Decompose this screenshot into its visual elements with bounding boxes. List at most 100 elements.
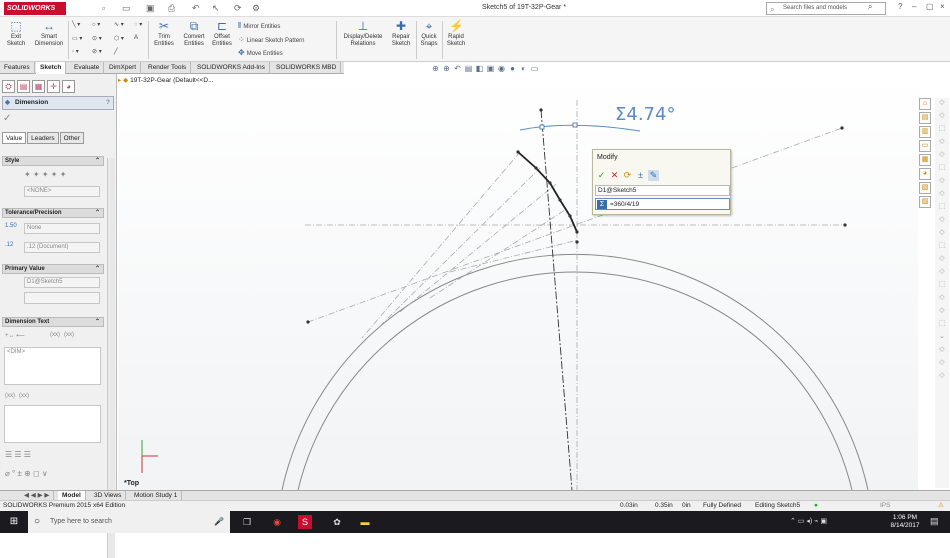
tolerance-header[interactable]: Tolerance/Precision ⌃	[2, 208, 104, 218]
rectangle-tool-icon[interactable]: ▭ ▾	[72, 35, 82, 42]
notifications-icon[interactable]: ▤	[930, 516, 939, 527]
help-icon[interactable]: ?	[898, 2, 902, 11]
save-icon[interactable]: ▣	[146, 3, 155, 14]
graphics-area[interactable]	[118, 74, 918, 490]
centerline-tool-icon[interactable]: ╱	[114, 48, 118, 55]
spline-tool-icon[interactable]: ∿ ▾	[114, 21, 124, 28]
style-header[interactable]: Style ⌃	[2, 156, 104, 166]
reverse-icon[interactable]: ±	[635, 170, 646, 181]
file-explorer-taskbar-icon[interactable]: ▬	[358, 515, 372, 529]
custom-properties-icon[interactable]: ▧	[919, 182, 931, 194]
tab-other[interactable]: Other	[59, 132, 84, 144]
tab-leaders[interactable]: Leaders	[27, 132, 59, 144]
clock[interactable]: 1:06 PM 8/14/2017	[885, 514, 925, 530]
tool-icon-15[interactable]: ⬚	[937, 280, 947, 290]
zoom-fit-icon[interactable]: ⊕	[430, 64, 441, 73]
rebuild-status-icon[interactable]: ●	[814, 501, 818, 511]
display-manager-icon[interactable]: ◕	[62, 80, 75, 93]
solidworks-logo[interactable]: SOLIDWORKS	[4, 2, 66, 15]
precision-select[interactable]: .12 (Document)	[24, 242, 100, 253]
undo-icon[interactable]: ↶	[192, 3, 200, 14]
fillet-tool-icon[interactable]: ◌ ▾	[134, 21, 142, 28]
rebuild-icon[interactable]: ⟳	[622, 170, 633, 181]
tool-icon-10[interactable]: ◇	[937, 215, 947, 225]
tool-icon-21[interactable]: ◇	[937, 371, 947, 381]
collapse-icon[interactable]: ⌃	[95, 209, 100, 218]
windows-start-icon[interactable]: ⊞	[0, 511, 28, 533]
view-palette-icon[interactable]: ▦	[919, 154, 931, 166]
collapse-icon[interactable]: ⌃	[95, 157, 100, 166]
taskbar-search-input[interactable]: ○ Type here to search 🎤	[28, 511, 230, 533]
feature-tree-root[interactable]: ▸ ◆ 19T-32P-Gear (Default<<D...	[118, 76, 214, 84]
feature-manager-icon[interactable]: ⛭	[2, 80, 15, 93]
status-units[interactable]: IPS	[880, 501, 890, 511]
tool-icon-3[interactable]: ⬚	[937, 124, 947, 134]
text-tool-icon[interactable]: A	[134, 35, 138, 41]
dimension-name-field[interactable]: D1@Sketch5	[595, 185, 730, 196]
cancel-icon[interactable]: ✕	[609, 170, 620, 181]
convert-entities-button[interactable]: ⧉ Convert Entities	[179, 19, 209, 48]
justify-icons[interactable]: ☰ ☰ ☰	[5, 450, 31, 459]
trim-entities-button[interactable]: ✂ Trim Entities	[151, 19, 177, 48]
collapse-icon[interactable]: ⌃	[95, 265, 100, 274]
primary-name-field[interactable]: D1@Sketch5	[24, 277, 100, 288]
line-tool-icon[interactable]: ╲ ▾	[72, 21, 80, 28]
linear-pattern-button[interactable]: ⁘ Linear Sketch Pattern	[238, 35, 304, 44]
polygon-tool-icon[interactable]: ⬡ ▾	[114, 35, 124, 42]
tool-icon-5[interactable]: ◇	[937, 150, 947, 160]
tool-icon-7[interactable]: ◇	[937, 176, 947, 186]
tab-dimxpert[interactable]: DimXpert	[105, 62, 142, 74]
mark-dimension-icon[interactable]: ✎	[648, 170, 659, 181]
tool-icon-2[interactable]: ◇	[937, 111, 947, 121]
tab-addins[interactable]: SOLIDWORKS Add-Ins	[193, 62, 270, 74]
tool-icon-8[interactable]: ◇	[937, 189, 947, 199]
app-icon-1[interactable]: ✿	[330, 515, 344, 529]
close-icon[interactable]: ×	[940, 2, 945, 11]
tolerance-type-select[interactable]: None	[24, 223, 100, 234]
print-icon[interactable]: ⎙	[168, 3, 175, 14]
smart-dimension-button[interactable]: ↔ Smart Dimension	[31, 19, 67, 48]
mirror-entities-button[interactable]: ⫴ Mirror Entities	[238, 21, 280, 31]
select-icon[interactable]: ↖	[212, 3, 220, 14]
rapid-sketch-button[interactable]: ⚡ Rapid Sketch	[444, 19, 468, 48]
status-notification-icon[interactable]: ⚠	[938, 501, 944, 511]
options-icon[interactable]: ⚙	[252, 3, 260, 14]
zoom-area-icon[interactable]: ⊕	[441, 64, 452, 73]
display-style-icon[interactable]: ▣	[485, 64, 496, 73]
tool-icon-12[interactable]: ⬚	[937, 241, 947, 251]
hide-show-icon[interactable]: ◉	[496, 64, 507, 73]
primary-value-header[interactable]: Primary Value ⌃	[2, 264, 104, 274]
exit-sketch-button[interactable]: ⬚ Exit Sketch	[3, 19, 29, 48]
view-orientation-icon[interactable]: ◧	[474, 64, 485, 73]
rebuild-icon[interactable]: ⟳	[234, 3, 242, 14]
angle-dimension-label[interactable]: Σ4.74°	[615, 104, 675, 125]
tool-icon-4[interactable]: ◇	[937, 137, 947, 147]
forum-icon[interactable]: ▨	[919, 196, 931, 208]
section-view-icon[interactable]: ▤	[463, 64, 474, 73]
style-icons[interactable]: ✦ ✦ ✦ ✦ ✦	[24, 170, 66, 179]
tab-evaluate[interactable]: Evaluate	[70, 62, 105, 74]
xx-token-1[interactable]: (xx)	[50, 332, 60, 338]
search-go-icon[interactable]: ⌕	[868, 2, 872, 12]
tool-icon-18[interactable]: ⬚	[937, 319, 947, 329]
sketch-canvas[interactable]	[118, 74, 918, 490]
quick-snaps-button[interactable]: ⌖ Quick Snaps	[418, 19, 440, 48]
ok-check-icon[interactable]: ✓	[3, 113, 11, 124]
circle-tool-icon[interactable]: ○ ▾	[92, 21, 100, 28]
tool-icon-11[interactable]: ◇	[937, 228, 947, 238]
tab-value[interactable]: Value	[2, 132, 27, 144]
symbol-icons[interactable]: ⌀ ° ± ⊕ ◻ ∨	[5, 469, 48, 478]
previous-view-icon[interactable]: ↶	[452, 64, 463, 73]
view-settings-icon[interactable]: ▭	[529, 64, 540, 73]
tab-render-tools[interactable]: Render Tools	[144, 62, 192, 74]
tool-icon-19[interactable]: ◇	[937, 345, 947, 355]
tab-sketch[interactable]: Sketch	[36, 62, 67, 74]
config-manager-icon[interactable]: ▦	[32, 80, 45, 93]
slot-tool-icon[interactable]: ⊙ ▾	[92, 35, 102, 42]
open-icon[interactable]: ▭	[122, 3, 131, 14]
move-entities-button[interactable]: ✥ Move Entities	[238, 48, 283, 57]
property-manager-icon[interactable]: ▤	[17, 80, 30, 93]
solidworks-taskbar-icon[interactable]: S	[298, 515, 312, 529]
task-view-icon[interactable]: ❐	[240, 515, 254, 529]
accept-icon[interactable]: ✓	[596, 170, 607, 181]
